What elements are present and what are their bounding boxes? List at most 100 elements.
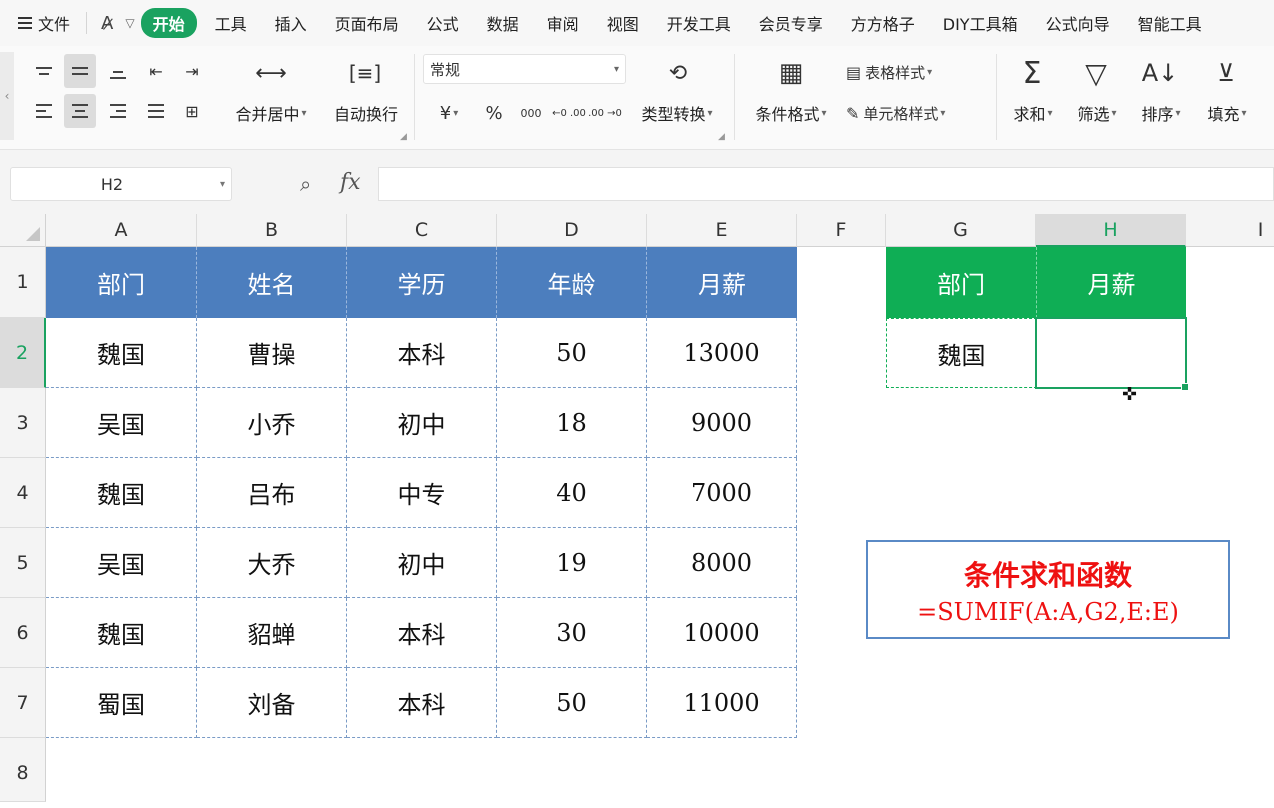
thousands-separator-button[interactable]: 000: [514, 98, 548, 128]
table-cell[interactable]: 魏国: [46, 318, 197, 388]
row-header-6[interactable]: 6: [0, 598, 46, 668]
column-header-i[interactable]: I: [1186, 214, 1274, 247]
sum-button[interactable]: 求和 ▾: [1004, 98, 1062, 128]
row-header-3[interactable]: 3: [0, 388, 46, 458]
merge-center-icon[interactable]: ⟷: [236, 58, 306, 88]
wrap-text-icon[interactable]: [≡]: [330, 58, 400, 88]
table-cell[interactable]: 吴国: [46, 528, 197, 598]
table-cell[interactable]: 13000: [647, 318, 797, 388]
quick-access-dropdown-icon[interactable]: ▽: [125, 16, 134, 30]
table-cell[interactable]: 本科: [347, 598, 497, 668]
name-box[interactable]: H2 ▾: [10, 167, 232, 201]
sort-button[interactable]: 排序 ▾: [1132, 98, 1190, 128]
table-cell[interactable]: 曹操: [197, 318, 347, 388]
table-cell[interactable]: 40: [497, 458, 647, 528]
fill-button[interactable]: 填充 ▾: [1198, 98, 1256, 128]
number-dialog-launcher-icon[interactable]: ◢: [718, 132, 725, 142]
tab-insert[interactable]: 插入: [261, 11, 321, 35]
format-painter-icon[interactable]: A̷: [101, 13, 113, 34]
table-cell[interactable]: 刘备: [197, 668, 347, 738]
tab-smart-tools[interactable]: 智能工具: [1124, 11, 1216, 35]
chevron-down-icon[interactable]: ▾: [220, 168, 225, 202]
justify-icon[interactable]: [140, 94, 172, 128]
table-cell[interactable]: 初中: [347, 388, 497, 458]
tab-formulas[interactable]: 公式: [413, 11, 473, 35]
tab-data[interactable]: 数据: [473, 11, 533, 35]
selected-cell-h2[interactable]: [1035, 317, 1189, 391]
table-header-name[interactable]: 姓名: [197, 247, 347, 318]
align-top-icon[interactable]: [28, 54, 60, 88]
align-bottom-icon[interactable]: [102, 54, 134, 88]
table-cell[interactable]: 18: [497, 388, 647, 458]
table-cell[interactable]: 魏国: [46, 598, 197, 668]
table-cell[interactable]: 本科: [347, 318, 497, 388]
column-header-e[interactable]: E: [647, 214, 797, 247]
table-cell[interactable]: 吕布: [197, 458, 347, 528]
formula-input[interactable]: [378, 167, 1274, 201]
select-all-button[interactable]: [0, 214, 46, 247]
cell-style-button[interactable]: ✎ 单元格样式 ▾: [846, 98, 986, 128]
tab-review[interactable]: 审阅: [533, 11, 593, 35]
filter-icon[interactable]: ▽: [1074, 56, 1118, 90]
conditional-format-icon[interactable]: ▦: [766, 56, 816, 90]
tab-ffcell[interactable]: 方方格子: [837, 11, 929, 35]
column-header-g[interactable]: G: [886, 214, 1036, 247]
decrease-indent-icon[interactable]: ⇤: [140, 54, 172, 88]
table-cell[interactable]: 初中: [347, 528, 497, 598]
table-cell[interactable]: 8000: [647, 528, 797, 598]
table-cell[interactable]: 50: [497, 318, 647, 388]
zoom-icon[interactable]: ⌕: [300, 172, 311, 196]
tab-view[interactable]: 视图: [593, 11, 653, 35]
decrease-decimal-button[interactable]: .00 →0: [588, 98, 622, 128]
sort-icon[interactable]: A↓: [1138, 56, 1182, 90]
table-cell[interactable]: 30: [497, 598, 647, 668]
table-header-dept[interactable]: 部门: [46, 247, 197, 318]
table-cell[interactable]: 10000: [647, 598, 797, 668]
table-cell[interactable]: 7000: [647, 458, 797, 528]
lookup-dept-cell[interactable]: 魏国: [886, 318, 1037, 388]
align-right-icon[interactable]: [102, 94, 134, 128]
table-cell[interactable]: 小乔: [197, 388, 347, 458]
table-style-button[interactable]: ▤ 表格样式 ▾: [846, 58, 968, 86]
table-cell[interactable]: 吴国: [46, 388, 197, 458]
column-header-d[interactable]: D: [497, 214, 647, 247]
row-header-4[interactable]: 4: [0, 458, 46, 528]
table-cell[interactable]: 本科: [347, 668, 497, 738]
align-middle-icon[interactable]: [64, 54, 96, 88]
conditional-format-button[interactable]: 条件格式 ▾: [746, 98, 836, 128]
table-cell[interactable]: 大乔: [197, 528, 347, 598]
row-header-2[interactable]: 2: [0, 318, 46, 388]
tab-formula-wizard[interactable]: 公式向导: [1032, 11, 1124, 35]
align-left-icon[interactable]: [28, 94, 60, 128]
tab-page-layout[interactable]: 页面布局: [321, 11, 413, 35]
table-cell[interactable]: 蜀国: [46, 668, 197, 738]
row-header-5[interactable]: 5: [0, 528, 46, 598]
table-header-age[interactable]: 年龄: [497, 247, 647, 318]
sum-icon[interactable]: Σ: [1010, 56, 1054, 91]
table-cell[interactable]: 貂蝉: [197, 598, 347, 668]
row-header-1[interactable]: 1: [0, 247, 46, 318]
lookup-header-salary[interactable]: 月薪: [1036, 247, 1186, 318]
type-convert-icon[interactable]: ⟲: [650, 58, 706, 88]
number-format-select[interactable]: 常规 ▾: [423, 54, 626, 84]
fx-icon[interactable]: fx: [340, 170, 361, 195]
table-cell[interactable]: 11000: [647, 668, 797, 738]
table-header-salary[interactable]: 月薪: [647, 247, 797, 318]
tab-tools[interactable]: 工具: [201, 11, 261, 35]
column-header-h[interactable]: H: [1036, 214, 1186, 247]
tab-home[interactable]: 开始: [140, 8, 197, 38]
table-cell[interactable]: 50: [497, 668, 647, 738]
column-header-f[interactable]: F: [797, 214, 886, 247]
tab-developer[interactable]: 开发工具: [653, 11, 745, 35]
row-header-8[interactable]: 8: [0, 738, 46, 802]
increase-indent-icon[interactable]: ⇥: [176, 54, 208, 88]
table-header-education[interactable]: 学历: [347, 247, 497, 318]
fill-icon[interactable]: ⊻: [1204, 56, 1248, 90]
align-center-icon[interactable]: [64, 94, 96, 128]
tab-diy-toolbox[interactable]: DIY工具箱: [929, 11, 1032, 35]
ribbon-collapse-button[interactable]: ‹: [0, 52, 14, 140]
row-header-7[interactable]: 7: [0, 668, 46, 738]
file-menu-button[interactable]: 文件: [18, 11, 70, 35]
tab-member[interactable]: 会员专享: [745, 11, 837, 35]
table-cell[interactable]: 19: [497, 528, 647, 598]
